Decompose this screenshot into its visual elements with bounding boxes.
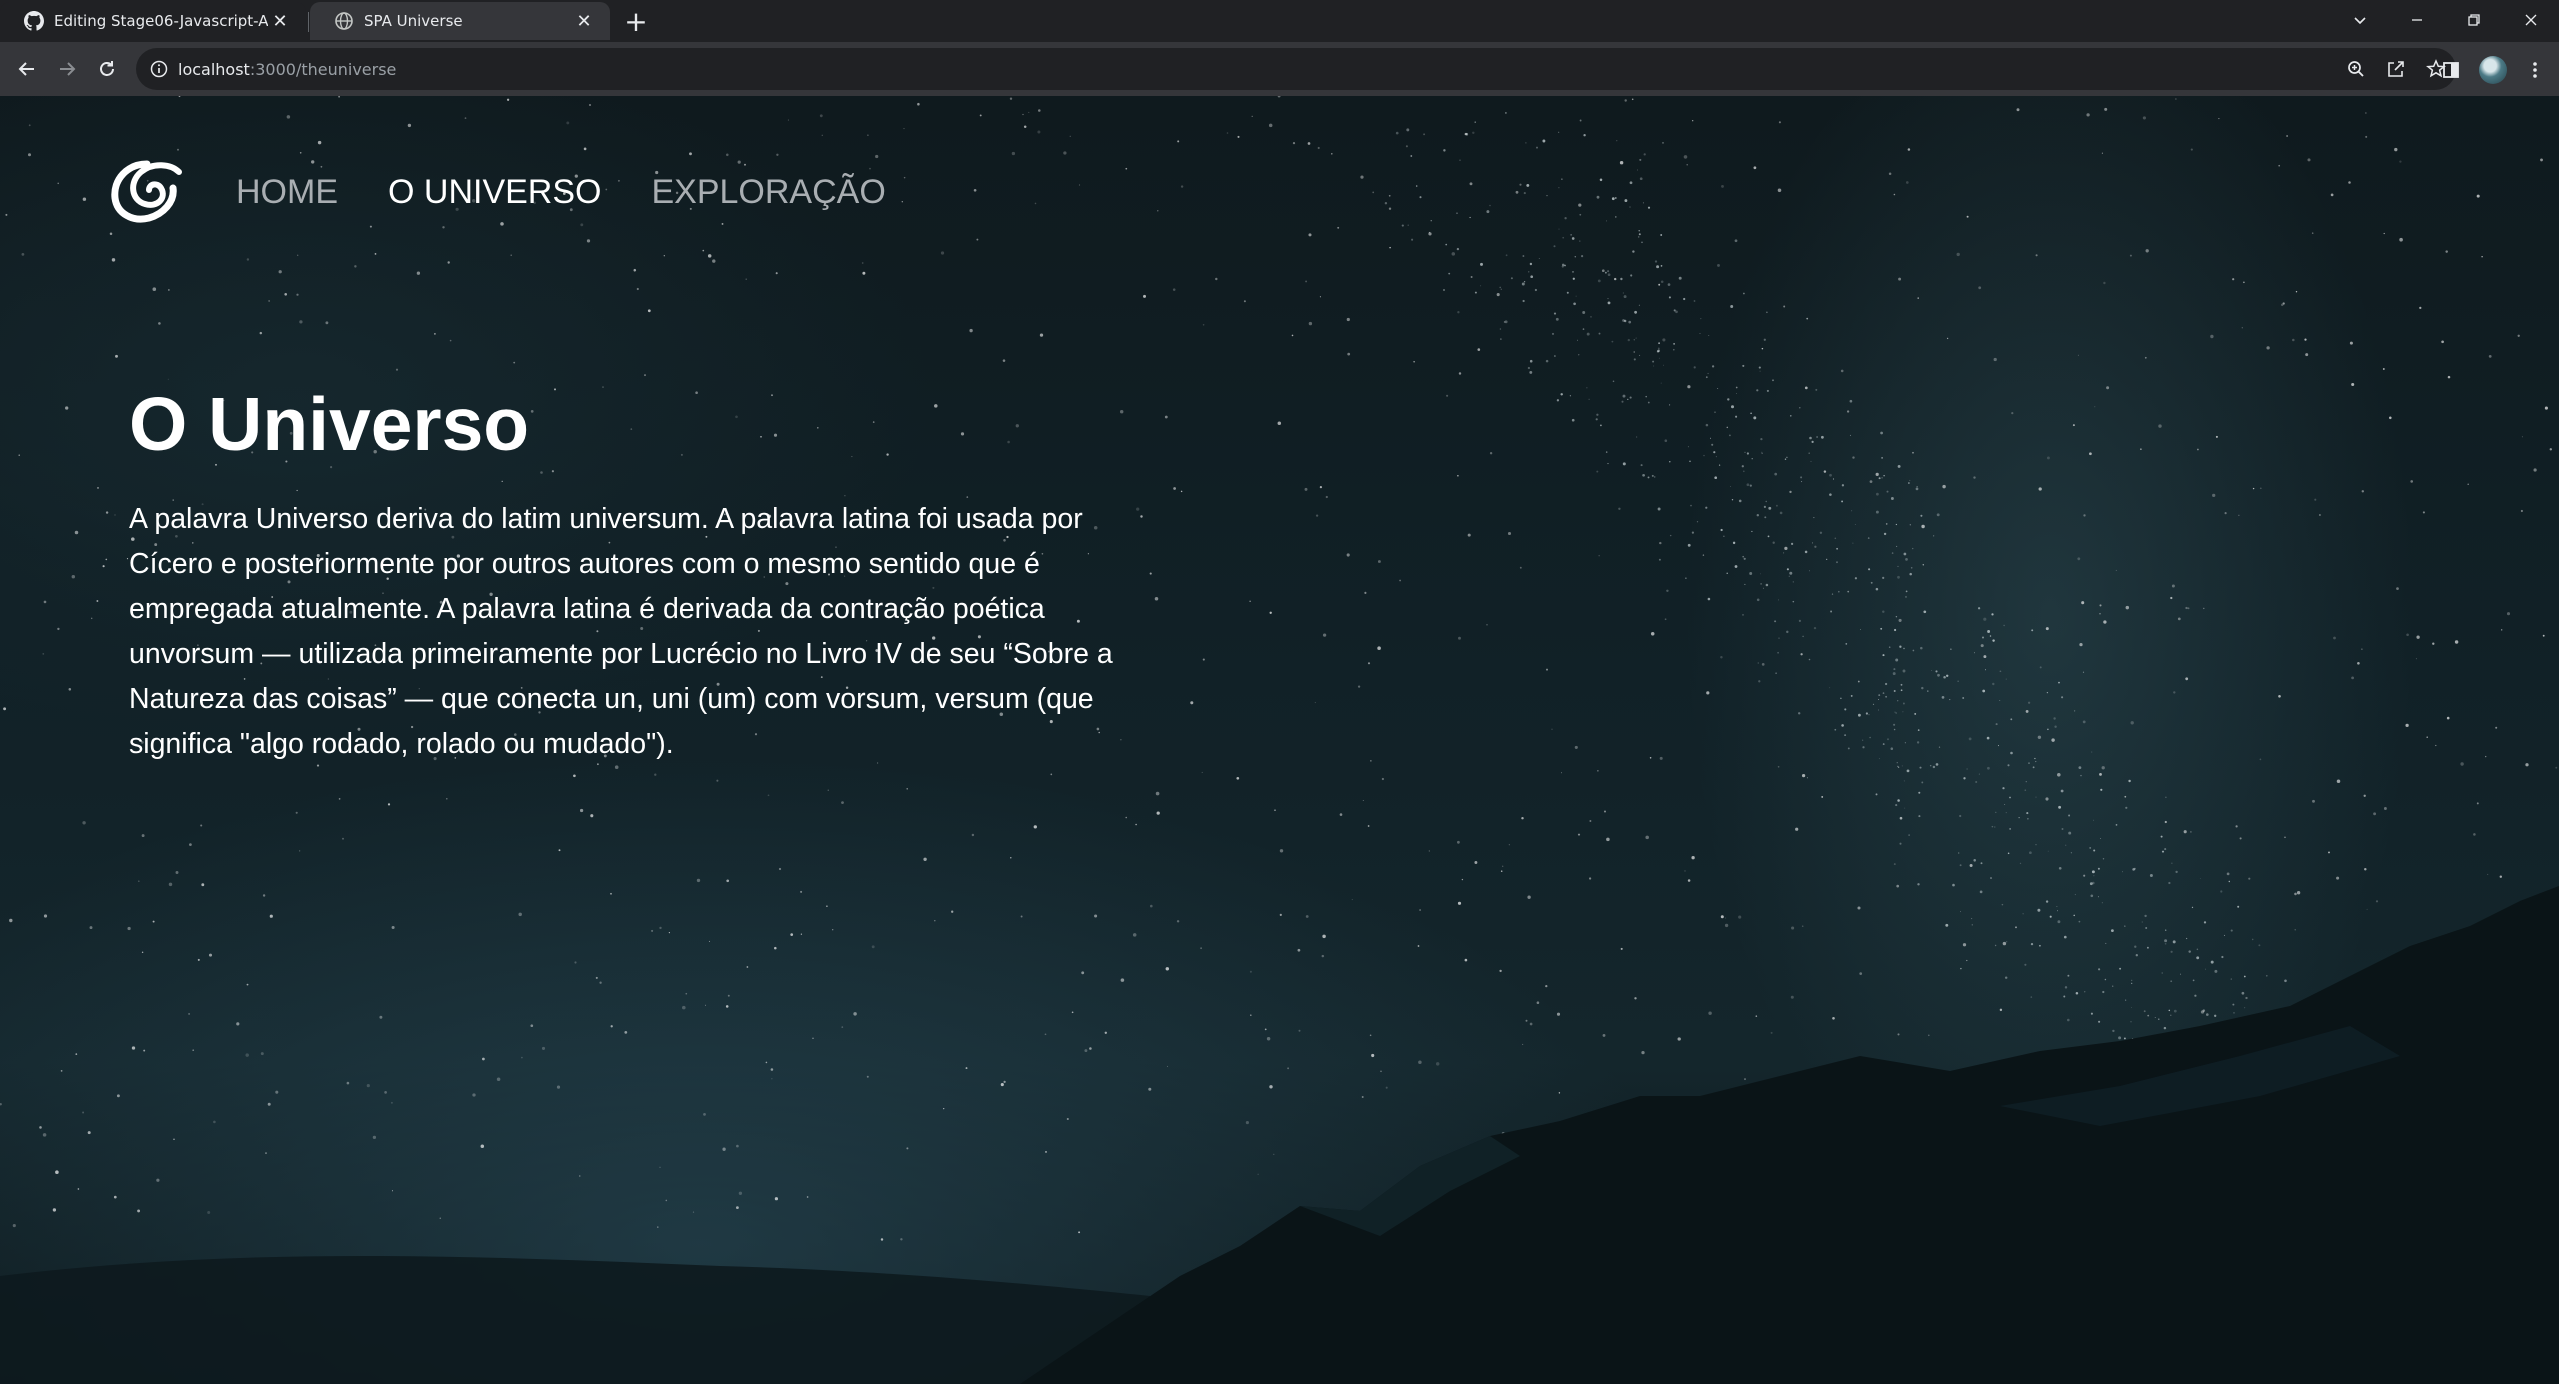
forward-arrow-icon[interactable] [52, 54, 82, 84]
swirl-logo-icon [111, 160, 182, 223]
tab-search-icon[interactable] [2331, 0, 2388, 40]
window-controls [2331, 0, 2559, 40]
browser-toolbar: localhost:3000/theuniverse [0, 42, 2559, 96]
avatar [2479, 56, 2507, 84]
main-content: O Universo A palavra Universo deriva do … [129, 381, 1129, 767]
back-arrow-icon[interactable] [12, 54, 42, 84]
url-path: :3000/theuniverse [249, 59, 397, 79]
restore-icon[interactable] [2445, 0, 2502, 40]
tab-spa-universe[interactable]: SPA Universe ✕ [310, 2, 610, 40]
reload-icon[interactable] [92, 54, 122, 84]
tab-close-icon[interactable]: ✕ [572, 9, 596, 33]
tab-separator [308, 12, 309, 32]
nav-link-exploracao[interactable]: EXPLORAÇÃO [651, 173, 885, 212]
address-bar[interactable]: localhost:3000/theuniverse [136, 48, 2456, 90]
tab-close-icon[interactable]: ✕ [268, 9, 292, 33]
browser-window: Editing Stage06-Javascript-Antes ✕ SPA U… [0, 0, 2559, 1384]
url-text[interactable]: localhost:3000/theuniverse [178, 48, 396, 90]
side-panel-icon[interactable] [2430, 50, 2472, 90]
close-window-icon[interactable] [2502, 0, 2559, 40]
site-header: HOME O UNIVERSO EXPLORAÇÃO [108, 156, 936, 228]
share-icon[interactable] [2376, 48, 2416, 90]
toolbar-right-icons [2430, 50, 2556, 90]
page-title: O Universo [129, 382, 530, 466]
kebab-menu-icon[interactable] [2514, 50, 2556, 90]
page-body-text: A palavra Universo deriva do latim unive… [129, 503, 1113, 761]
page-viewport: HOME O UNIVERSO EXPLORAÇÃO O Universo A … [0, 96, 2559, 1384]
tab-title: Editing Stage06-Javascript-Antes [54, 12, 268, 30]
site-info-icon[interactable] [148, 58, 170, 80]
nav-link-o-universo[interactable]: O UNIVERSO [388, 173, 601, 212]
minimize-icon[interactable] [2388, 0, 2445, 40]
globe-icon [334, 11, 354, 31]
github-icon [24, 11, 44, 31]
tab-strip: Editing Stage06-Javascript-Antes ✕ SPA U… [0, 0, 2559, 42]
tab-github-editing[interactable]: Editing Stage06-Javascript-Antes ✕ [0, 2, 306, 40]
site-logo[interactable] [108, 156, 186, 228]
tab-title: SPA Universe [364, 12, 463, 30]
url-host: localhost [178, 59, 250, 79]
zoom-icon[interactable] [2336, 48, 2376, 90]
nav-link-home[interactable]: HOME [236, 173, 338, 212]
new-tab-button[interactable]: + [620, 6, 652, 38]
profile-avatar-icon[interactable] [2472, 50, 2514, 90]
